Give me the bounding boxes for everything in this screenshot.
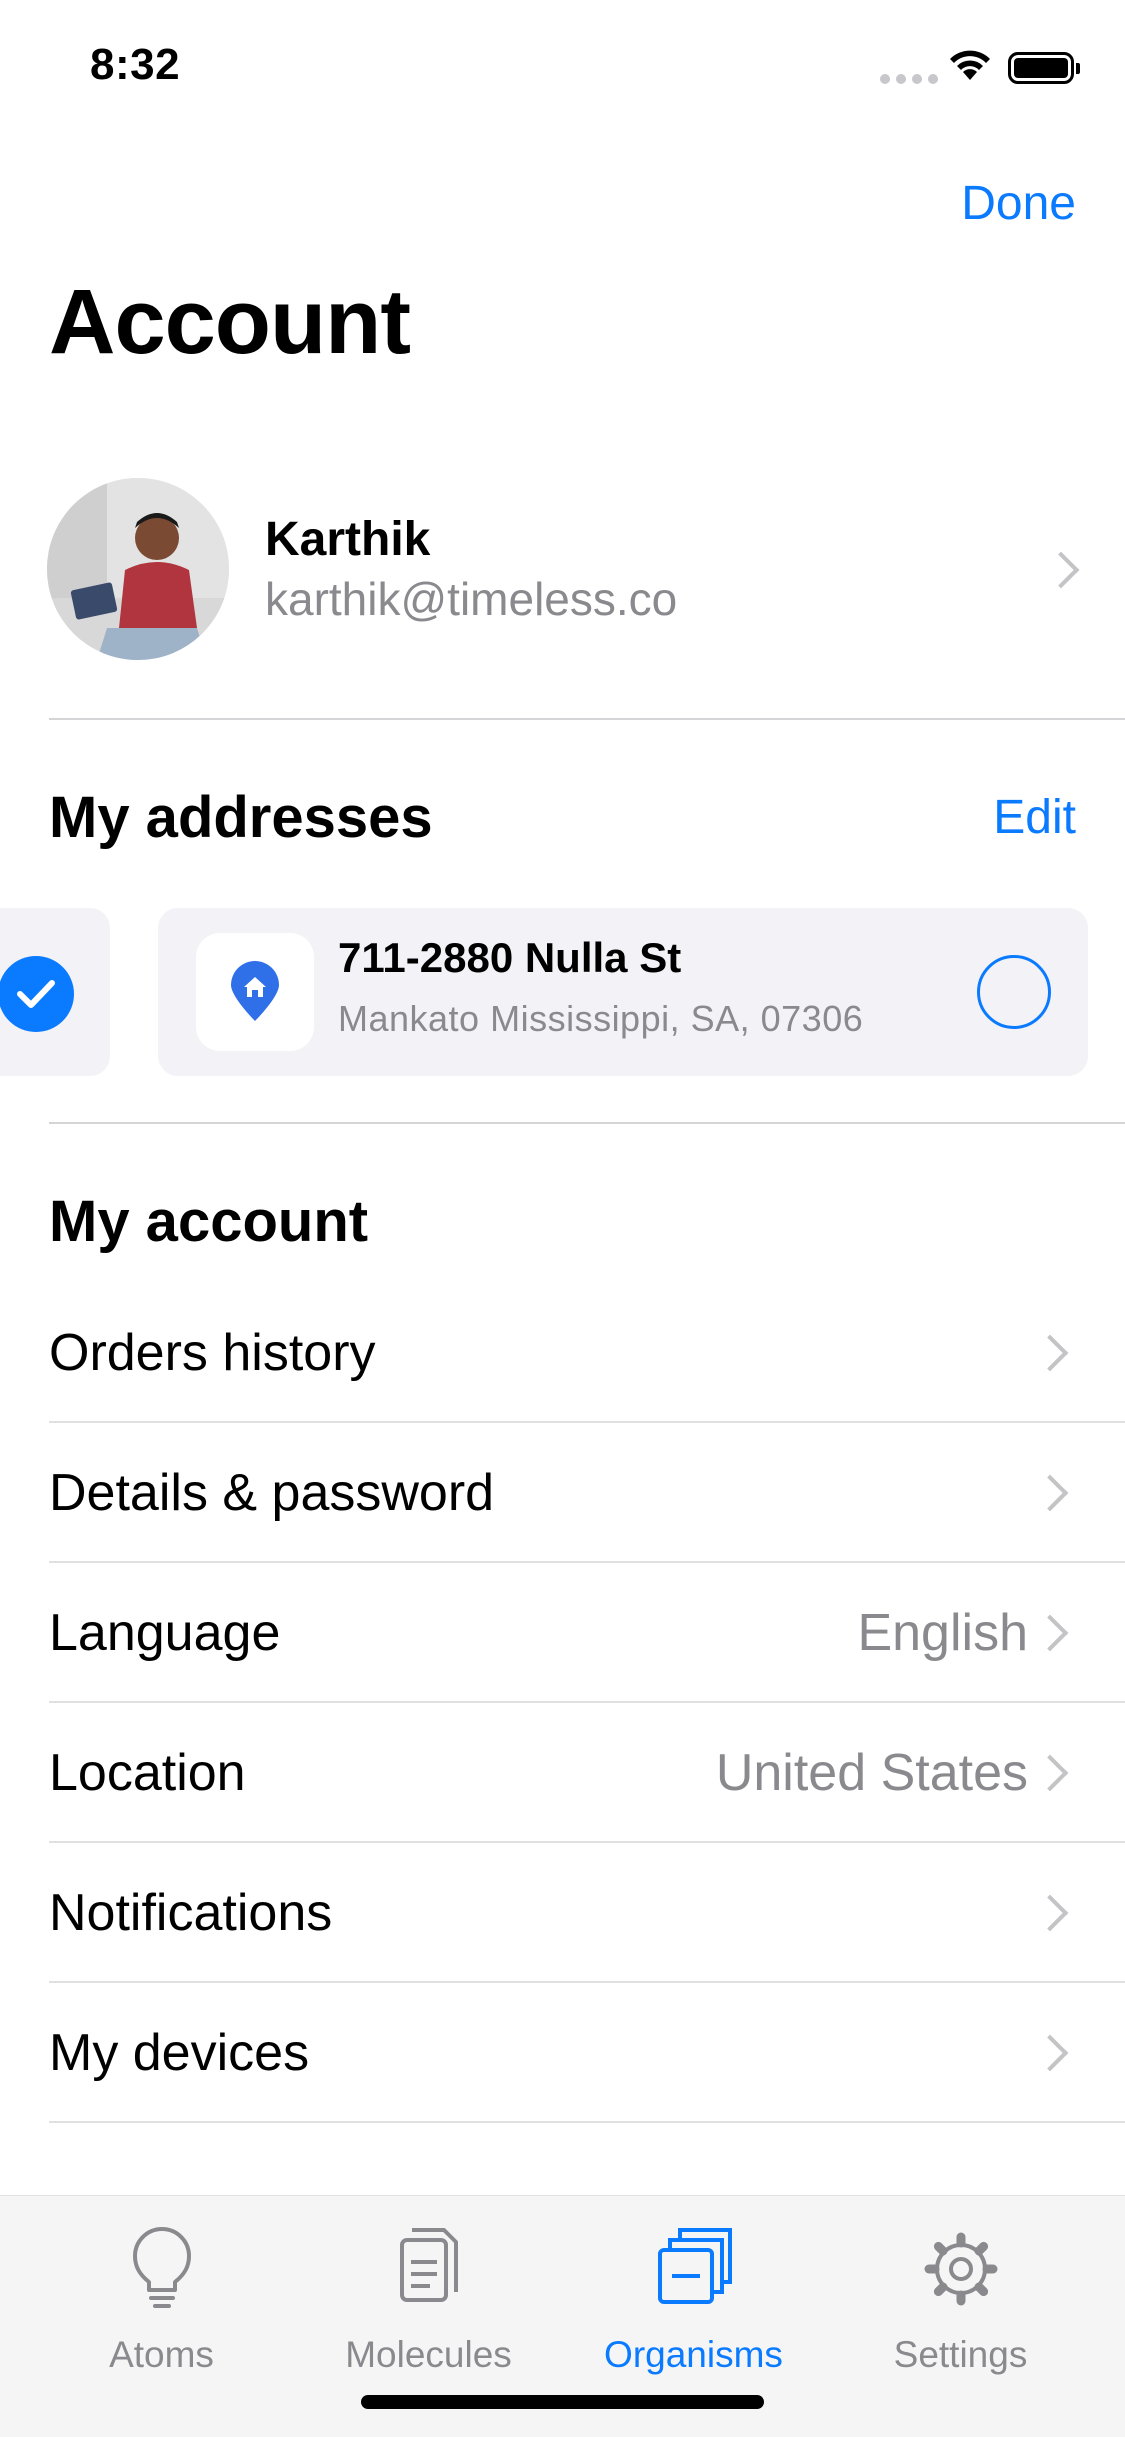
profile-email: karthik@timeless.co <box>265 573 678 625</box>
list-item-details-password[interactable]: Details & password <box>0 1423 1125 1563</box>
lightbulb-icon <box>127 2226 197 2317</box>
document-icon <box>394 2226 464 2317</box>
stacked-squares-icon <box>654 2226 734 2317</box>
list-item-value: United States <box>715 1744 1028 1802</box>
tab-label: Atoms <box>109 2334 214 2375</box>
tab-organisms[interactable]: Organisms <box>553 2196 834 2396</box>
list-item-label: Orders history <box>49 1324 376 1382</box>
chevron-right-icon <box>1031 1334 1069 1372</box>
tab-atoms[interactable]: Atoms <box>21 2196 302 2396</box>
cellular-signal-icon <box>880 74 938 84</box>
list-item-label: Location <box>49 1744 246 1802</box>
gear-icon <box>921 2226 1001 2317</box>
list-item-label: Notifications <box>49 1884 333 1942</box>
wifi-icon <box>948 48 992 87</box>
list-item-orders-history[interactable]: Orders history <box>0 1283 1125 1423</box>
chevron-right-icon <box>1031 2034 1069 2072</box>
checkmark-icon[interactable] <box>0 956 74 1032</box>
list-item-label: Language <box>49 1604 281 1662</box>
avatar <box>47 478 229 660</box>
list-item-location[interactable]: Location United States <box>0 1703 1125 1843</box>
status-time: 8:32 <box>90 40 181 89</box>
list-item-notifications[interactable]: Notifications <box>0 1843 1125 1983</box>
divider <box>49 2121 1125 2123</box>
addresses-section-title: My addresses <box>49 785 433 850</box>
tab-label: Organisms <box>604 2334 783 2375</box>
list-item-language[interactable]: Language English <box>0 1563 1125 1703</box>
tab-label: Molecules <box>345 2334 512 2375</box>
tab-molecules[interactable]: Molecules <box>288 2196 569 2396</box>
chevron-right-icon <box>1031 1894 1069 1932</box>
account-section-title: My account <box>49 1189 369 1254</box>
battery-icon <box>1008 52 1080 84</box>
chevron-right-icon <box>1031 1474 1069 1512</box>
list-item-label: My devices <box>49 2024 310 2082</box>
profile-name: Karthik <box>265 513 431 566</box>
tab-settings[interactable]: Settings <box>820 2196 1101 2396</box>
chevron-right-icon <box>1031 1754 1069 1792</box>
address-street: 711-2880 Nulla St <box>338 934 682 981</box>
home-indicator <box>361 2395 764 2409</box>
chevron-right-icon <box>1031 1614 1069 1652</box>
page-title: Account <box>49 271 411 373</box>
home-location-pin-icon <box>196 933 314 1051</box>
divider <box>49 718 1125 720</box>
list-item-value: English <box>857 1604 1028 1662</box>
tab-label: Settings <box>893 2334 1028 2375</box>
address-radio-button[interactable] <box>977 955 1051 1029</box>
address-city: Mankato Mississippi, SA, 07306 <box>338 998 864 1039</box>
divider <box>49 1122 1125 1124</box>
list-item-my-devices[interactable]: My devices <box>0 1983 1125 2123</box>
edit-addresses-button[interactable]: Edit <box>993 790 1076 845</box>
list-item-label: Details & password <box>49 1464 495 1522</box>
done-button[interactable]: Done <box>961 176 1076 231</box>
